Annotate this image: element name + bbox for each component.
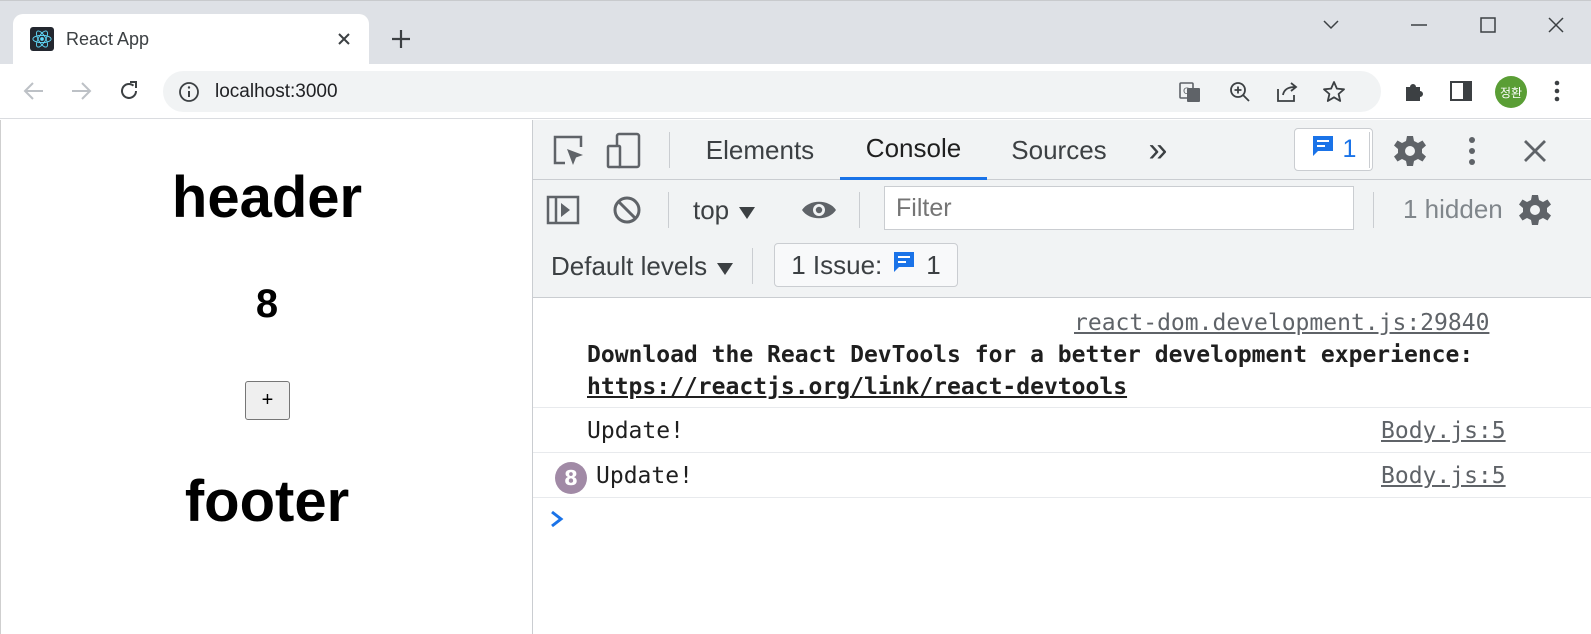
clear-console-icon[interactable] xyxy=(607,190,647,230)
issues-chip-label: 1 Issue: xyxy=(791,249,883,280)
browser-toolbar: localhost:3000 G 정환 xyxy=(0,64,1591,119)
console-toolbar: top 1 hidden Default levels 1 Issue: xyxy=(533,180,1591,298)
svg-text:G: G xyxy=(1183,87,1190,97)
tab-console[interactable]: Console xyxy=(840,120,987,180)
tab-title: React App xyxy=(66,29,150,49)
issues-count: 1 xyxy=(1342,135,1357,163)
browser-titlebar: React App xyxy=(0,0,1591,65)
console-settings-gear-icon[interactable] xyxy=(1515,190,1555,230)
minimize-icon[interactable] xyxy=(1396,7,1442,43)
react-devtools-link[interactable]: https://reactjs.org/link/react-devtools xyxy=(587,374,1127,400)
show-sidebar-icon[interactable] xyxy=(543,190,583,230)
increment-button[interactable]: + xyxy=(245,381,290,420)
close-tab-icon[interactable] xyxy=(331,26,357,52)
dropdown-triangle-icon xyxy=(739,195,756,226)
bookmark-star-icon[interactable] xyxy=(1321,79,1347,105)
separator xyxy=(668,192,669,228)
react-logo-icon xyxy=(30,27,54,51)
translate-icon[interactable]: G xyxy=(1177,79,1203,105)
tab-sources[interactable]: Sources xyxy=(1002,120,1116,180)
url-text: localhost:3000 xyxy=(215,81,338,102)
page-footer-heading: footer xyxy=(184,469,350,534)
console-prompt-chevron-icon[interactable] xyxy=(550,506,564,534)
maximize-icon[interactable] xyxy=(1465,7,1511,43)
more-tabs-chevron-icon[interactable]: » xyxy=(1133,120,1183,180)
extensions-puzzle-icon[interactable] xyxy=(1399,76,1429,106)
console-message: react-dom.development.js:29840 Download … xyxy=(533,298,1591,408)
message-bubble-icon xyxy=(892,250,916,281)
message-text: Download the React DevTools for a better… xyxy=(587,342,1474,368)
forward-arrow-icon[interactable] xyxy=(63,73,99,109)
browser-menu-kebab-icon[interactable] xyxy=(1542,76,1572,106)
message-text: Update! xyxy=(596,463,693,489)
inspect-element-icon[interactable] xyxy=(549,131,589,171)
devtools-menu-kebab-icon[interactable] xyxy=(1455,131,1489,171)
device-toolbar-icon[interactable] xyxy=(604,129,644,173)
settings-gear-icon[interactable] xyxy=(1390,131,1430,171)
separator xyxy=(752,248,753,284)
devtools-panel: Elements Console Sources » 1 top Filter … xyxy=(532,120,1591,634)
tab-search-chevron-icon[interactable] xyxy=(1308,7,1354,43)
page-viewport: header 8 + footer xyxy=(0,120,532,634)
tab-elements[interactable]: Elements xyxy=(694,120,826,180)
console-output: react-dom.development.js:29840 Download … xyxy=(533,298,1591,634)
issues-counter-button[interactable]: 1 xyxy=(1294,128,1373,171)
separator xyxy=(1373,192,1374,228)
dropdown-triangle-icon xyxy=(717,251,734,282)
reload-icon[interactable] xyxy=(111,73,147,109)
page-header-heading: header xyxy=(171,165,363,230)
counter-value: 8 xyxy=(255,282,279,326)
zoom-icon[interactable] xyxy=(1227,79,1253,105)
share-icon[interactable] xyxy=(1274,79,1300,105)
message-source-link[interactable]: Body.js:5 xyxy=(1381,463,1506,489)
new-tab-plus-icon[interactable] xyxy=(385,23,417,55)
window-close-icon[interactable] xyxy=(1533,7,1579,43)
back-arrow-icon[interactable] xyxy=(16,73,52,109)
separator xyxy=(1369,132,1370,168)
separator xyxy=(859,192,860,228)
hidden-messages-count: 1 hidden xyxy=(1403,194,1503,224)
address-bar[interactable]: localhost:3000 G xyxy=(163,71,1381,112)
devtools-tabbar: Elements Console Sources » 1 xyxy=(533,120,1591,180)
message-source-link[interactable]: react-dom.development.js:29840 xyxy=(1074,310,1489,336)
console-filter-input[interactable] xyxy=(884,186,1354,230)
close-devtools-icon[interactable] xyxy=(1515,131,1555,171)
site-info-icon[interactable] xyxy=(177,80,201,104)
profile-avatar[interactable]: 정환 xyxy=(1495,76,1527,108)
browser-tab[interactable]: React App xyxy=(13,14,369,65)
console-message: Update! Body.js:5 xyxy=(533,408,1591,453)
context-label: top xyxy=(693,194,730,225)
log-levels-label: Default levels xyxy=(551,251,708,281)
context-selector[interactable]: top xyxy=(693,192,756,228)
message-source-link[interactable]: Body.js:5 xyxy=(1381,418,1506,444)
issues-chip-count: 1 xyxy=(926,249,941,280)
log-levels-dropdown[interactable]: Default levels xyxy=(551,251,734,282)
live-expression-eye-icon[interactable] xyxy=(799,190,839,230)
message-text: Update! xyxy=(587,418,684,444)
repeat-count-badge: 8 xyxy=(555,462,587,494)
issues-chip-button[interactable]: 1 Issue: 1 xyxy=(774,243,958,287)
console-message: 8 Update! Body.js:5 xyxy=(533,453,1591,498)
side-panel-icon[interactable] xyxy=(1446,76,1476,106)
message-bubble-icon xyxy=(1311,134,1335,165)
separator xyxy=(669,132,670,168)
